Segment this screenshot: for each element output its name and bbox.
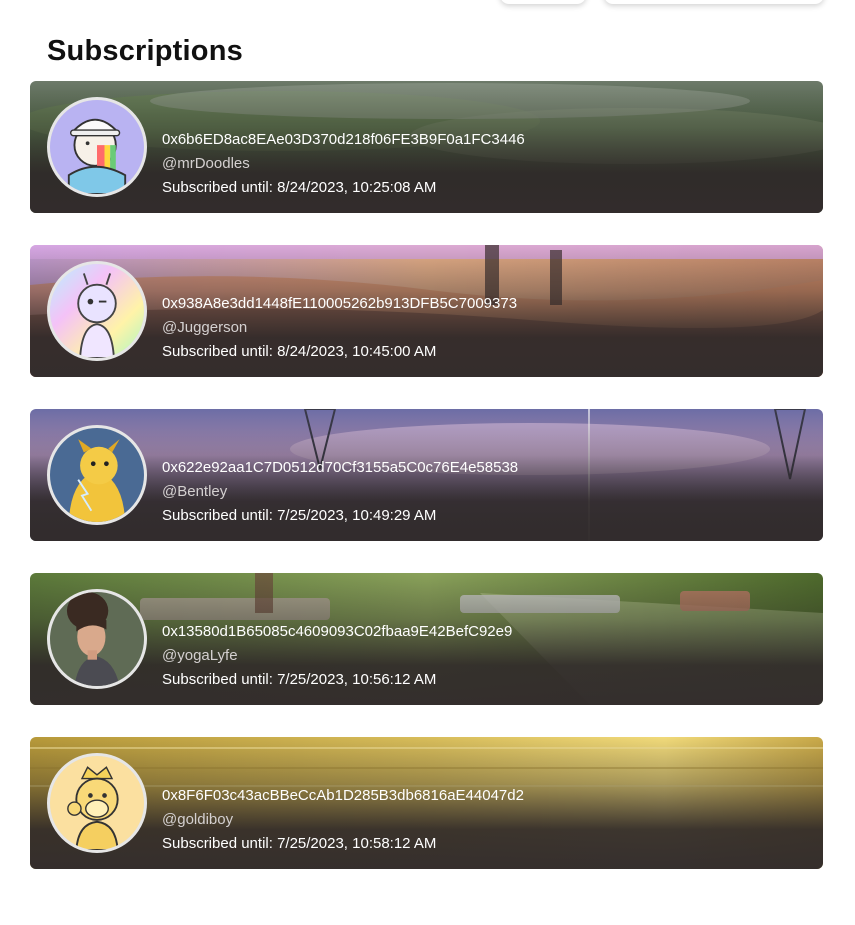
woman-portrait-avatar bbox=[47, 589, 147, 689]
user-handle: @Bentley bbox=[162, 483, 228, 500]
subscription-expiry: Subscribed until: 7/25/2023, 10:56:12 AM bbox=[162, 671, 437, 688]
subscription-expiry: Subscribed until: 8/24/2023, 10:45:00 AM bbox=[162, 343, 437, 360]
wallet-address: 0x622e92aa1C7D0512d70Cf3155a5C0c76E4e585… bbox=[162, 459, 519, 476]
top-tab-pill[interactable] bbox=[500, 0, 586, 4]
wallet-address: 0x6b6ED8ac8EAe03D370d218f06FE3B9F0a1FC34… bbox=[162, 131, 525, 148]
page-title: Subscriptions bbox=[47, 35, 243, 67]
wallet-address: 0x13580d1B65085c4609093C02fbaa9E42BefC92… bbox=[162, 623, 513, 640]
subscription-expiry: Subscribed until: 8/24/2023, 10:25:08 AM bbox=[162, 179, 437, 196]
subscription-card[interactable]: 0x622e92aa1C7D0512d70Cf3155a5C0c76E4e585… bbox=[30, 409, 823, 541]
wallet-address: 0x938A8e3dd1448fE110005262b913DFB5C70093… bbox=[162, 295, 518, 312]
subscription-expiry: Subscribed until: 7/25/2023, 10:49:29 AM bbox=[162, 507, 437, 524]
user-handle: @mrDoodles bbox=[162, 155, 250, 172]
yellow-dog-astronaut-avatar bbox=[47, 425, 147, 525]
subscription-card[interactable]: 0x8F6F03c43acBBeCcAb1D285B3db6816aE44047… bbox=[30, 737, 823, 869]
subscription-card[interactable]: 0x938A8e3dd1448fE110005262b913DFB5C70093… bbox=[30, 245, 823, 377]
holographic-alien-avatar bbox=[47, 261, 147, 361]
top-search-pill[interactable] bbox=[604, 0, 824, 4]
gold-ape-crown-avatar bbox=[47, 753, 147, 853]
doodle-character-avatar bbox=[47, 97, 147, 197]
user-handle: @yogaLyfe bbox=[162, 647, 238, 664]
user-handle: @Juggerson bbox=[162, 319, 248, 336]
subscription-card[interactable]: 0x13580d1B65085c4609093C02fbaa9E42BefC92… bbox=[30, 573, 823, 705]
user-handle: @goldiboy bbox=[162, 811, 234, 828]
subscription-card[interactable]: 0x6b6ED8ac8EAe03D370d218f06FE3B9F0a1FC34… bbox=[30, 81, 823, 213]
subscription-expiry: Subscribed until: 7/25/2023, 10:58:12 AM bbox=[162, 835, 437, 852]
subscription-list: 0x6b6ED8ac8EAe03D370d218f06FE3B9F0a1FC34… bbox=[30, 81, 823, 901]
wallet-address: 0x8F6F03c43acBBeCcAb1D285B3db6816aE44047… bbox=[162, 787, 524, 804]
